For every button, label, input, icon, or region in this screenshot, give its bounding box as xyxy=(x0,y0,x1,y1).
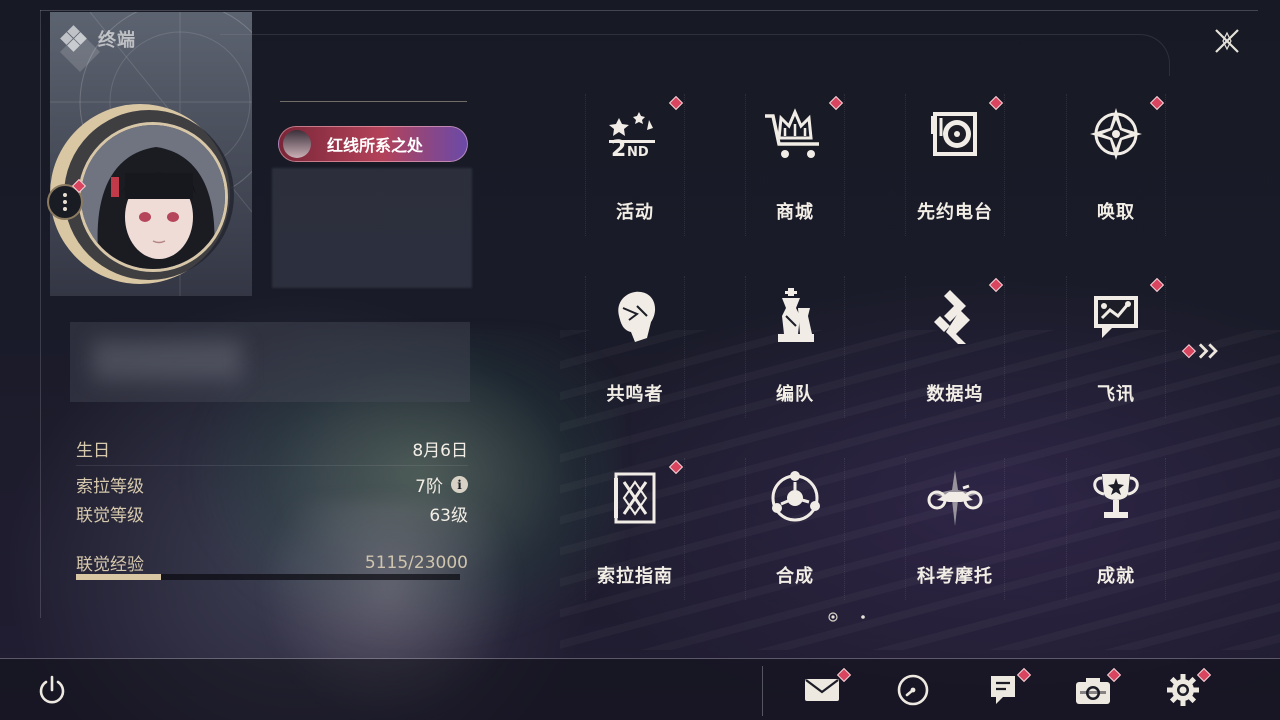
menu-item-resonators[interactable]: 共鸣者 xyxy=(585,272,685,422)
radio-turntable-icon xyxy=(923,102,987,166)
close-icon xyxy=(1215,29,1239,53)
avatar[interactable] xyxy=(78,122,228,272)
menu-item-label: 活动 xyxy=(616,202,654,223)
blurred-name-area xyxy=(272,168,472,288)
menu-item-label: 先约电台 xyxy=(917,202,993,223)
stat-label: 生日 xyxy=(76,441,110,461)
page-indicator-current[interactable] xyxy=(828,612,838,622)
page-dot-active-icon xyxy=(828,612,838,622)
stat-birthday: 生日 8月6日 xyxy=(76,436,468,461)
synthesis-ring-icon xyxy=(763,466,827,530)
chess-team-icon xyxy=(763,284,827,348)
event-2nd-icon: 2 ND xyxy=(603,102,667,166)
menu-item-label: 合成 xyxy=(776,566,814,587)
stat-label: 索拉等级 xyxy=(76,477,144,497)
menu-item-achievements[interactable]: 成就 xyxy=(1066,454,1166,604)
double-chevron-right-icon xyxy=(1198,343,1218,359)
page-indicator[interactable] xyxy=(858,612,868,622)
more-dot xyxy=(63,207,67,211)
clock-button[interactable] xyxy=(893,670,933,710)
exp-progress-fill xyxy=(76,574,162,580)
frame-left-line xyxy=(40,10,41,618)
compass-star-icon xyxy=(1084,102,1148,166)
info-icon[interactable]: i xyxy=(451,476,468,493)
title-badge-text: 红线所系之处 xyxy=(327,136,424,155)
stat-sol-rank: 索拉等级 7阶 i xyxy=(76,472,468,497)
menu-item-convene[interactable]: 唤取 xyxy=(1066,90,1166,240)
bottom-bar-separator xyxy=(762,666,763,716)
more-dot xyxy=(63,193,67,197)
resonator-head-icon xyxy=(603,284,667,348)
menu-item-label: 成就 xyxy=(1097,566,1135,587)
name-divider xyxy=(280,101,467,102)
exp-progress-bar xyxy=(76,574,460,580)
next-page-badge xyxy=(1181,344,1196,358)
menu-item-radio[interactable]: 先约电台 xyxy=(905,90,1005,240)
mail-icon xyxy=(805,679,839,701)
next-page-button[interactable] xyxy=(1180,338,1222,364)
svg-text:ND: ND xyxy=(627,145,649,160)
menu-item-label: 共鸣者 xyxy=(606,384,664,405)
title-badge-avatar xyxy=(283,130,311,158)
data-dock-icon xyxy=(923,284,987,348)
blurred-signature-area xyxy=(70,322,470,402)
motorbike-icon xyxy=(923,466,987,530)
stat-union-level: 联觉等级 63级 xyxy=(76,501,468,526)
mail-button[interactable] xyxy=(802,670,842,710)
menu-item-messages[interactable]: 飞讯 xyxy=(1066,272,1166,422)
stat-value-wrap: 7阶 i xyxy=(415,472,468,497)
menu-item-data-dock[interactable]: 数据坞 xyxy=(905,272,1005,422)
frame-arc-line xyxy=(220,34,1170,76)
close-button[interactable] xyxy=(1208,22,1246,60)
stat-divider xyxy=(76,465,468,466)
menu-item-label: 商城 xyxy=(776,202,814,223)
menu-item-motorbike[interactable]: 科考摩托 xyxy=(905,454,1005,604)
stat-value: 7阶 xyxy=(415,477,443,497)
power-button[interactable] xyxy=(32,670,72,710)
menu-item-synthesis[interactable]: 合成 xyxy=(745,454,845,604)
menu-item-guide[interactable]: 索拉指南 xyxy=(585,454,685,604)
page-dot-icon xyxy=(861,615,865,619)
menu-item-label: 索拉指南 xyxy=(597,566,673,587)
more-dot xyxy=(63,200,67,204)
menu-item-label: 数据坞 xyxy=(926,384,984,405)
stat-union-exp: 联觉经验 5115/23000 xyxy=(76,550,468,576)
menu-item-label: 编队 xyxy=(776,384,814,405)
frame-top-line xyxy=(40,10,1258,11)
exp-label: 联觉经验 xyxy=(76,555,144,575)
menu-item-team[interactable]: 编队 xyxy=(745,272,845,422)
trophy-icon xyxy=(1084,466,1148,530)
menu-item-label: 唤取 xyxy=(1097,202,1135,223)
clock-icon xyxy=(897,674,929,706)
stat-value: 63级 xyxy=(429,506,468,526)
menu-item-shop[interactable]: 商城 xyxy=(745,90,845,240)
power-icon xyxy=(39,675,65,704)
guide-book-icon xyxy=(603,466,667,530)
stat-value: 8月6日 xyxy=(412,441,468,461)
crown-cart-icon xyxy=(763,102,827,166)
chat-bubble-icon xyxy=(1084,284,1148,348)
notice-icon xyxy=(991,676,1015,704)
menu-item-label: 科考摩托 xyxy=(917,566,993,587)
menu-item-label: 飞讯 xyxy=(1097,384,1135,405)
title-badge[interactable]: 红线所系之处 xyxy=(278,126,468,162)
camera-icon xyxy=(1076,678,1110,704)
avatar-portrait xyxy=(81,125,225,269)
stat-label: 联觉等级 xyxy=(76,506,144,526)
bottom-bar-divider xyxy=(0,658,1280,659)
gear-icon xyxy=(1167,674,1199,706)
menu-item-event[interactable]: 2 ND 活动 xyxy=(585,90,685,240)
exp-value: 5115/23000 xyxy=(364,552,468,573)
